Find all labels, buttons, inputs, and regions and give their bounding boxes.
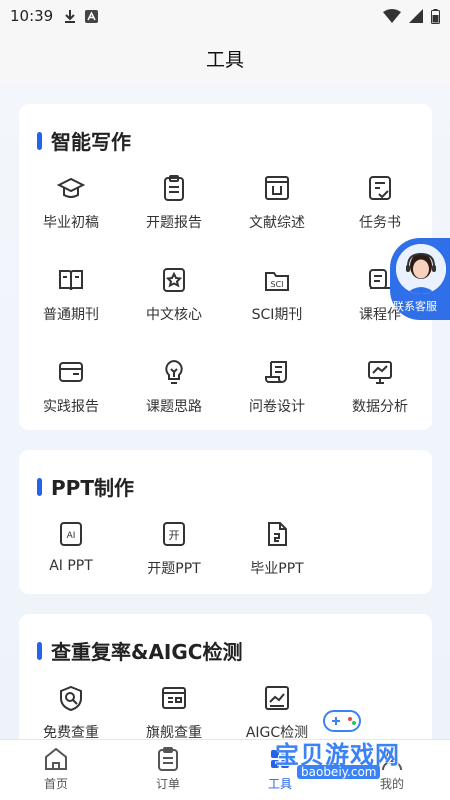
smart-writing-card: 智能写作 毕业初稿 开题报告 文献综述 任务书 普通期刊 中文核心 SCI SC… xyxy=(19,104,432,430)
tool-label: 文献综述 xyxy=(249,215,305,231)
tool-label: 开题报告 xyxy=(146,215,202,231)
tool-label: 数据分析 xyxy=(352,399,408,415)
support-avatar xyxy=(396,244,446,294)
ai-ppt-icon: AI xyxy=(60,522,82,546)
tool-premium-check[interactable]: 旗舰查重 xyxy=(124,684,224,739)
shield-search-icon xyxy=(60,685,82,712)
section-title: 智能写作 xyxy=(37,126,131,155)
app-notification-icon xyxy=(85,9,99,23)
tool-label: SCI期刊 xyxy=(251,307,303,323)
tool-label: 普通期刊 xyxy=(43,307,99,323)
status-time: 10:39 xyxy=(10,7,54,25)
tool-label: 中文核心 xyxy=(146,307,202,323)
tab-label: 订单 xyxy=(155,777,180,791)
tab-label: 首页 xyxy=(43,777,68,791)
tool-label: 任务书 xyxy=(359,215,401,231)
customer-service-label: 联系客服 xyxy=(393,300,437,313)
page-title: 工具 xyxy=(205,48,244,71)
svg-text:SCI: SCI xyxy=(270,280,283,289)
customer-service-button[interactable]: 联系客服 xyxy=(390,238,450,320)
section-title: 查重复率&AIGC检测 xyxy=(37,636,242,665)
tool-label: 问卷设计 xyxy=(249,399,305,415)
tool-chinese-core[interactable]: 中文核心 xyxy=(124,266,224,324)
tool-label: 免费查重 xyxy=(43,725,99,739)
section-title: PPT制作 xyxy=(37,472,134,501)
tool-label: 毕业初稿 xyxy=(43,215,99,231)
graduation-cap-icon xyxy=(57,177,85,198)
section-accent-bar xyxy=(37,131,42,150)
header: 工具 xyxy=(0,32,450,84)
lightbulb-icon xyxy=(165,359,183,384)
id-card-icon xyxy=(162,687,186,709)
tab-home[interactable]: 首页 xyxy=(16,746,96,792)
wifi-icon xyxy=(383,9,401,23)
tool-practice-report[interactable]: 实践报告 xyxy=(21,358,121,416)
open-book-icon xyxy=(59,270,83,291)
tool-graduation-draft[interactable]: 毕业初稿 xyxy=(21,174,121,232)
document-frame-icon xyxy=(265,176,289,200)
tool-proposal-ppt[interactable]: 开 开题PPT xyxy=(124,520,224,578)
home-icon xyxy=(45,747,67,770)
monitor-chart-icon xyxy=(368,361,392,384)
tool-literature-review[interactable]: 文献综述 xyxy=(227,174,327,232)
tool-task-book[interactable]: 任务书 xyxy=(330,174,430,232)
graduation-ppt-icon xyxy=(268,522,287,546)
tool-label: 旗舰查重 xyxy=(146,725,202,739)
section-accent-bar xyxy=(37,477,42,496)
star-badge-icon xyxy=(163,268,185,292)
battery-icon xyxy=(431,8,440,24)
tool-label: AI PPT xyxy=(49,558,93,574)
tool-label: 毕业PPT xyxy=(250,561,304,577)
watermark-url: baobeiy.com xyxy=(297,765,381,779)
order-icon xyxy=(158,747,178,771)
ppt-card: PPT制作 AI AI PPT 开 开题PPT 毕业PPT xyxy=(19,450,432,594)
tool-topic-ideas[interactable]: 课题思路 xyxy=(124,358,224,416)
tool-label: 课题思路 xyxy=(146,399,202,415)
section-title-text: PPT制作 xyxy=(51,476,134,500)
section-title-text: 智能写作 xyxy=(51,130,131,154)
clipboard-icon xyxy=(164,175,184,201)
tool-graduation-ppt[interactable]: 毕业PPT xyxy=(227,520,327,578)
section-accent-bar xyxy=(37,641,42,660)
svg-text:AI: AI xyxy=(67,531,76,541)
task-check-icon xyxy=(369,176,391,200)
tool-label: 实践报告 xyxy=(43,399,99,415)
tool-data-analysis[interactable]: 数据分析 xyxy=(330,358,430,416)
sci-folder-icon: SCI xyxy=(265,272,289,291)
signal-icon xyxy=(409,9,423,23)
scroll-icon xyxy=(265,361,287,383)
tool-ai-ppt[interactable]: AI AI PPT xyxy=(21,520,121,574)
tool-label: 开题PPT xyxy=(147,561,201,577)
watermark: 宝贝游戏网 baobeiy.com xyxy=(275,705,445,785)
gamepad-icon xyxy=(323,710,361,732)
tab-orders[interactable]: 订单 xyxy=(128,746,208,792)
wallet-card-icon xyxy=(59,362,83,382)
tool-free-check[interactable]: 免费查重 xyxy=(21,684,121,739)
tool-questionnaire-design[interactable]: 问卷设计 xyxy=(227,358,327,416)
status-bar: 10:39 xyxy=(0,0,450,32)
svg-text:开: 开 xyxy=(169,529,180,542)
kaiti-ppt-icon: 开 xyxy=(163,522,185,546)
tools-content[interactable]: 智能写作 毕业初稿 开题报告 文献综述 任务书 普通期刊 中文核心 SCI SC… xyxy=(0,84,450,739)
tool-sci-journal[interactable]: SCI SCI期刊 xyxy=(227,266,327,324)
tool-proposal-report[interactable]: 开题报告 xyxy=(124,174,224,232)
tool-general-journal[interactable]: 普通期刊 xyxy=(21,266,121,324)
download-icon xyxy=(65,10,76,23)
section-title-text: 查重复率&AIGC检测 xyxy=(51,640,243,664)
